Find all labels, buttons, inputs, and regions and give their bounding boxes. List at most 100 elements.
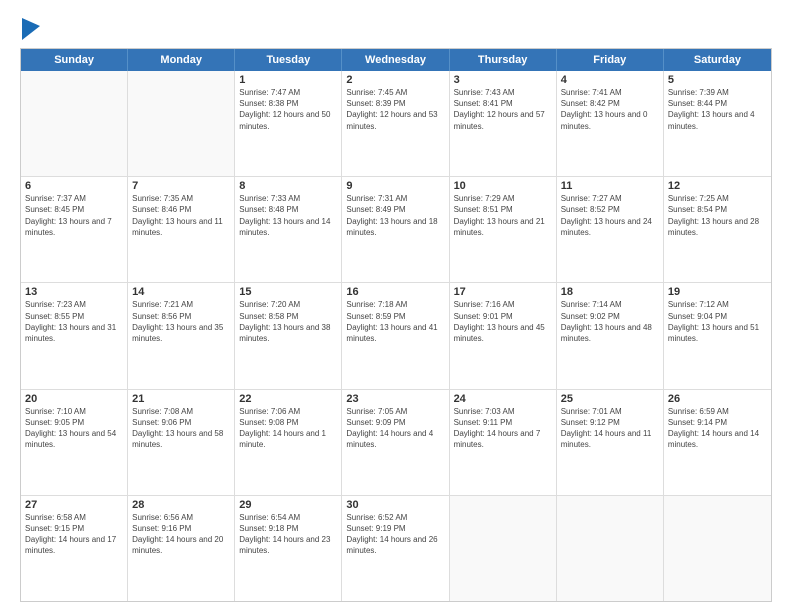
calendar-cell (557, 496, 664, 601)
day-info: Sunrise: 6:54 AM Sunset: 9:18 PM Dayligh… (239, 512, 337, 557)
day-info: Sunrise: 7:27 AM Sunset: 8:52 PM Dayligh… (561, 193, 659, 238)
day-info: Sunrise: 7:16 AM Sunset: 9:01 PM Dayligh… (454, 299, 552, 344)
calendar-cell: 9Sunrise: 7:31 AM Sunset: 8:49 PM Daylig… (342, 177, 449, 282)
calendar-cell: 15Sunrise: 7:20 AM Sunset: 8:58 PM Dayli… (235, 283, 342, 388)
calendar-cell: 21Sunrise: 7:08 AM Sunset: 9:06 PM Dayli… (128, 390, 235, 495)
day-number: 29 (239, 499, 337, 511)
day-number: 15 (239, 286, 337, 298)
calendar-cell: 19Sunrise: 7:12 AM Sunset: 9:04 PM Dayli… (664, 283, 771, 388)
day-info: Sunrise: 7:18 AM Sunset: 8:59 PM Dayligh… (346, 299, 444, 344)
day-number: 13 (25, 286, 123, 298)
header-day-sunday: Sunday (21, 49, 128, 71)
calendar-cell: 4Sunrise: 7:41 AM Sunset: 8:42 PM Daylig… (557, 71, 664, 176)
day-info: Sunrise: 7:23 AM Sunset: 8:55 PM Dayligh… (25, 299, 123, 344)
header-day-thursday: Thursday (450, 49, 557, 71)
calendar-cell (664, 496, 771, 601)
day-info: Sunrise: 7:01 AM Sunset: 9:12 PM Dayligh… (561, 406, 659, 451)
calendar-cell: 29Sunrise: 6:54 AM Sunset: 9:18 PM Dayli… (235, 496, 342, 601)
calendar-cell: 27Sunrise: 6:58 AM Sunset: 9:15 PM Dayli… (21, 496, 128, 601)
day-info: Sunrise: 7:33 AM Sunset: 8:48 PM Dayligh… (239, 193, 337, 238)
calendar-cell: 13Sunrise: 7:23 AM Sunset: 8:55 PM Dayli… (21, 283, 128, 388)
day-info: Sunrise: 7:20 AM Sunset: 8:58 PM Dayligh… (239, 299, 337, 344)
header-day-saturday: Saturday (664, 49, 771, 71)
calendar-cell: 26Sunrise: 6:59 AM Sunset: 9:14 PM Dayli… (664, 390, 771, 495)
calendar-cell: 7Sunrise: 7:35 AM Sunset: 8:46 PM Daylig… (128, 177, 235, 282)
day-number: 19 (668, 286, 767, 298)
page: SundayMondayTuesdayWednesdayThursdayFrid… (0, 0, 792, 612)
calendar-cell: 16Sunrise: 7:18 AM Sunset: 8:59 PM Dayli… (342, 283, 449, 388)
day-number: 26 (668, 393, 767, 405)
header-day-friday: Friday (557, 49, 664, 71)
calendar-cell: 1Sunrise: 7:47 AM Sunset: 8:38 PM Daylig… (235, 71, 342, 176)
day-number: 21 (132, 393, 230, 405)
calendar-row-4: 20Sunrise: 7:10 AM Sunset: 9:05 PM Dayli… (21, 389, 771, 495)
day-info: Sunrise: 7:21 AM Sunset: 8:56 PM Dayligh… (132, 299, 230, 344)
day-number: 24 (454, 393, 552, 405)
day-number: 8 (239, 180, 337, 192)
day-info: Sunrise: 7:43 AM Sunset: 8:41 PM Dayligh… (454, 87, 552, 132)
day-number: 6 (25, 180, 123, 192)
calendar-cell: 23Sunrise: 7:05 AM Sunset: 9:09 PM Dayli… (342, 390, 449, 495)
calendar-cell (128, 71, 235, 176)
calendar-cell: 12Sunrise: 7:25 AM Sunset: 8:54 PM Dayli… (664, 177, 771, 282)
header-day-wednesday: Wednesday (342, 49, 449, 71)
calendar-cell: 30Sunrise: 6:52 AM Sunset: 9:19 PM Dayli… (342, 496, 449, 601)
day-number: 25 (561, 393, 659, 405)
header (20, 18, 772, 40)
calendar-cell: 8Sunrise: 7:33 AM Sunset: 8:48 PM Daylig… (235, 177, 342, 282)
calendar-row-5: 27Sunrise: 6:58 AM Sunset: 9:15 PM Dayli… (21, 495, 771, 601)
calendar-row-2: 6Sunrise: 7:37 AM Sunset: 8:45 PM Daylig… (21, 176, 771, 282)
header-day-monday: Monday (128, 49, 235, 71)
day-number: 10 (454, 180, 552, 192)
calendar-cell: 24Sunrise: 7:03 AM Sunset: 9:11 PM Dayli… (450, 390, 557, 495)
calendar-cell: 18Sunrise: 7:14 AM Sunset: 9:02 PM Dayli… (557, 283, 664, 388)
calendar-cell: 6Sunrise: 7:37 AM Sunset: 8:45 PM Daylig… (21, 177, 128, 282)
calendar-cell: 10Sunrise: 7:29 AM Sunset: 8:51 PM Dayli… (450, 177, 557, 282)
calendar-body: 1Sunrise: 7:47 AM Sunset: 8:38 PM Daylig… (21, 71, 771, 601)
day-number: 18 (561, 286, 659, 298)
day-info: Sunrise: 6:56 AM Sunset: 9:16 PM Dayligh… (132, 512, 230, 557)
day-info: Sunrise: 7:37 AM Sunset: 8:45 PM Dayligh… (25, 193, 123, 238)
calendar-cell: 11Sunrise: 7:27 AM Sunset: 8:52 PM Dayli… (557, 177, 664, 282)
calendar-header: SundayMondayTuesdayWednesdayThursdayFrid… (21, 49, 771, 71)
day-number: 28 (132, 499, 230, 511)
day-info: Sunrise: 7:35 AM Sunset: 8:46 PM Dayligh… (132, 193, 230, 238)
calendar-cell: 22Sunrise: 7:06 AM Sunset: 9:08 PM Dayli… (235, 390, 342, 495)
day-number: 1 (239, 74, 337, 86)
day-number: 16 (346, 286, 444, 298)
day-info: Sunrise: 7:47 AM Sunset: 8:38 PM Dayligh… (239, 87, 337, 132)
day-number: 14 (132, 286, 230, 298)
day-info: Sunrise: 7:08 AM Sunset: 9:06 PM Dayligh… (132, 406, 230, 451)
day-info: Sunrise: 6:52 AM Sunset: 9:19 PM Dayligh… (346, 512, 444, 557)
day-number: 2 (346, 74, 444, 86)
day-info: Sunrise: 7:31 AM Sunset: 8:49 PM Dayligh… (346, 193, 444, 238)
day-number: 22 (239, 393, 337, 405)
calendar-cell: 25Sunrise: 7:01 AM Sunset: 9:12 PM Dayli… (557, 390, 664, 495)
day-info: Sunrise: 6:58 AM Sunset: 9:15 PM Dayligh… (25, 512, 123, 557)
day-number: 4 (561, 74, 659, 86)
day-number: 20 (25, 393, 123, 405)
calendar-cell: 2Sunrise: 7:45 AM Sunset: 8:39 PM Daylig… (342, 71, 449, 176)
day-info: Sunrise: 7:12 AM Sunset: 9:04 PM Dayligh… (668, 299, 767, 344)
day-number: 27 (25, 499, 123, 511)
calendar-cell (21, 71, 128, 176)
header-day-tuesday: Tuesday (235, 49, 342, 71)
day-info: Sunrise: 7:39 AM Sunset: 8:44 PM Dayligh… (668, 87, 767, 132)
day-info: Sunrise: 7:29 AM Sunset: 8:51 PM Dayligh… (454, 193, 552, 238)
day-info: Sunrise: 7:14 AM Sunset: 9:02 PM Dayligh… (561, 299, 659, 344)
day-number: 12 (668, 180, 767, 192)
day-info: Sunrise: 7:06 AM Sunset: 9:08 PM Dayligh… (239, 406, 337, 451)
calendar-cell: 17Sunrise: 7:16 AM Sunset: 9:01 PM Dayli… (450, 283, 557, 388)
calendar-row-3: 13Sunrise: 7:23 AM Sunset: 8:55 PM Dayli… (21, 282, 771, 388)
calendar-cell: 20Sunrise: 7:10 AM Sunset: 9:05 PM Dayli… (21, 390, 128, 495)
day-number: 30 (346, 499, 444, 511)
day-info: Sunrise: 7:05 AM Sunset: 9:09 PM Dayligh… (346, 406, 444, 451)
day-number: 17 (454, 286, 552, 298)
day-number: 3 (454, 74, 552, 86)
logo (20, 18, 40, 40)
day-number: 23 (346, 393, 444, 405)
day-info: Sunrise: 7:45 AM Sunset: 8:39 PM Dayligh… (346, 87, 444, 132)
day-info: Sunrise: 7:03 AM Sunset: 9:11 PM Dayligh… (454, 406, 552, 451)
logo-icon (22, 18, 40, 40)
day-number: 7 (132, 180, 230, 192)
